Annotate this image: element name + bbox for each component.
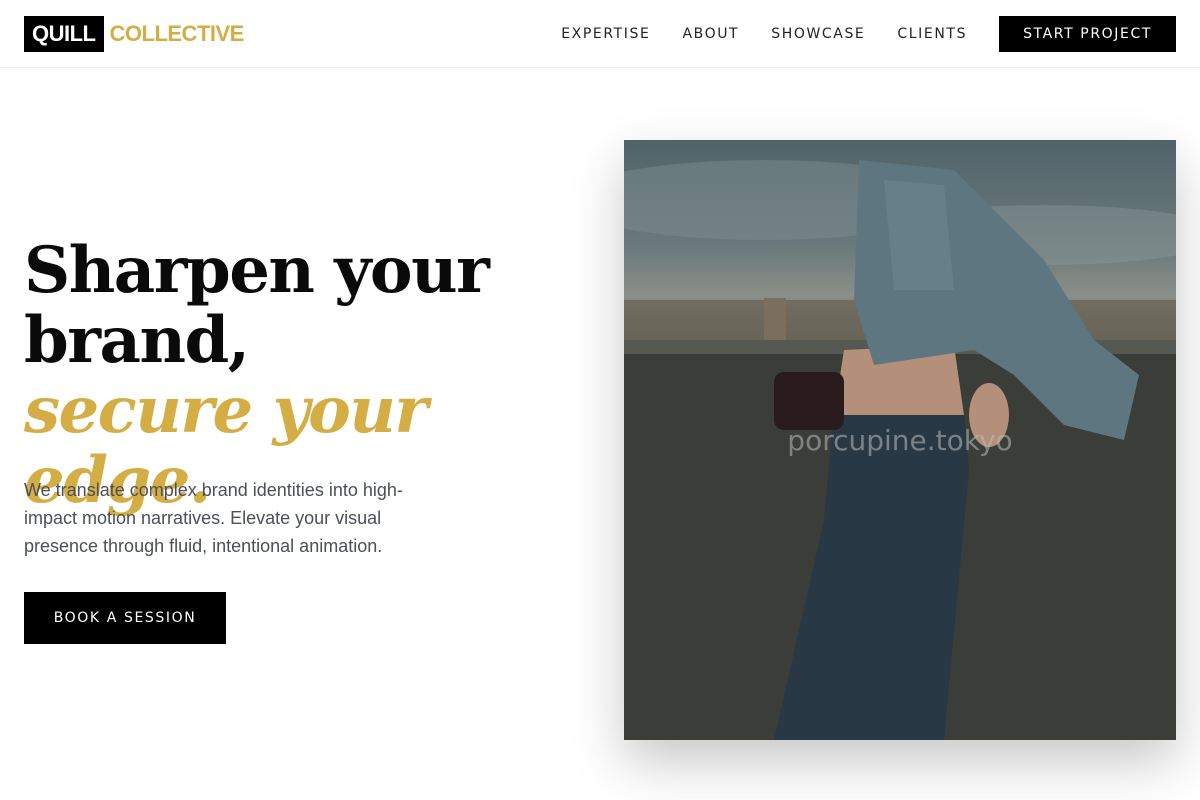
- nav-link-showcase[interactable]: SHOWCASE: [771, 26, 865, 42]
- logo-box: QUILL: [24, 16, 104, 52]
- nav-link-clients[interactable]: CLIENTS: [897, 26, 967, 42]
- site-header: QUILL COLLECTIVE EXPERTISE ABOUT SHOWCAS…: [0, 0, 1200, 68]
- main-nav: EXPERTISE ABOUT SHOWCASE CLIENTS START P…: [561, 16, 1176, 52]
- start-project-button[interactable]: START PROJECT: [999, 16, 1176, 52]
- hero-title-line2: brand,: [24, 303, 250, 378]
- logo[interactable]: QUILL COLLECTIVE: [24, 16, 244, 52]
- hero-title: Sharpen your brand, secure your edge.: [24, 236, 584, 516]
- nav-link-expertise[interactable]: EXPERTISE: [561, 26, 650, 42]
- logo-word: COLLECTIVE: [109, 21, 245, 46]
- book-session-button[interactable]: BOOK A SESSION: [24, 592, 226, 644]
- hero-subtitle: We translate complex brand identities in…: [24, 480, 403, 556]
- hero-image: porcupine.tokyo: [624, 140, 1176, 740]
- hero-title-line1: Sharpen your: [24, 233, 490, 308]
- nav-link-about[interactable]: ABOUT: [682, 26, 739, 42]
- image-watermark: porcupine.tokyo: [787, 424, 1013, 457]
